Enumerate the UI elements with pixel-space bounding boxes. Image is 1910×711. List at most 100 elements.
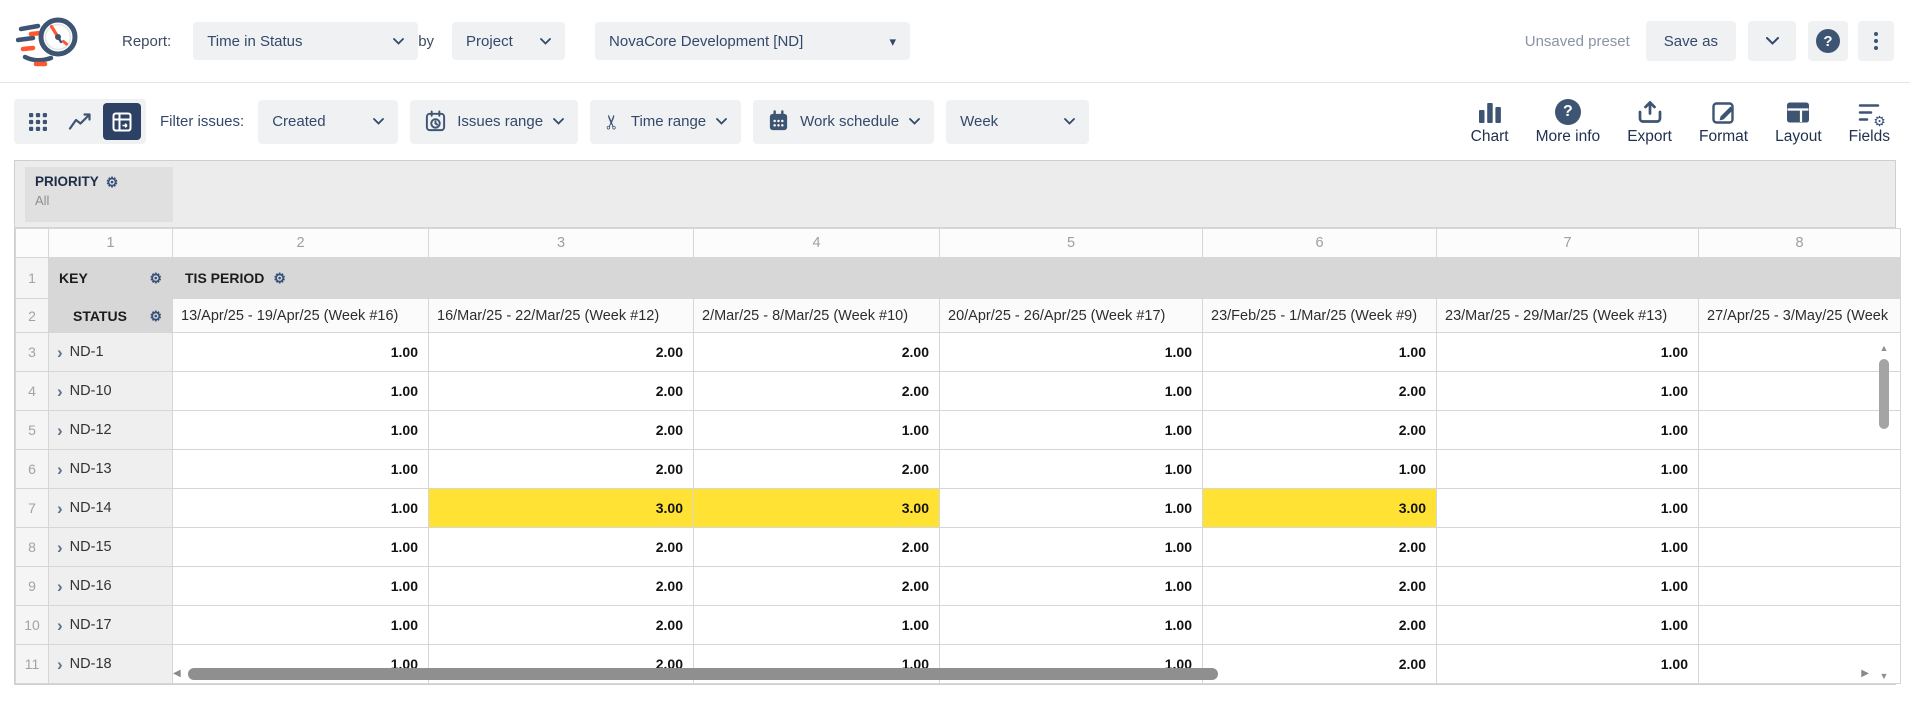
project-select[interactable]: NovaCore Development [ND] ▾ xyxy=(595,22,910,60)
chart-tool-label: Chart xyxy=(1471,128,1509,146)
issue-key-cell[interactable]: › ND-17 xyxy=(49,606,173,645)
chart-tool-button[interactable]: Chart xyxy=(1471,98,1509,146)
value-cell: 1.00 xyxy=(1437,489,1699,528)
value-cell: 2.00 xyxy=(1203,411,1437,450)
value-cell: 2.00 xyxy=(429,333,694,372)
layout-tool-button[interactable]: Layout xyxy=(1775,98,1822,146)
expand-chevron-icon[interactable]: › xyxy=(57,461,63,478)
expand-chevron-icon[interactable]: › xyxy=(57,500,63,517)
issue-key-cell[interactable]: › ND-14 xyxy=(49,489,173,528)
issue-key[interactable]: ND-18 xyxy=(70,656,112,672)
value-cell: 2.00 xyxy=(1203,567,1437,606)
filter-issues-label: Filter issues: xyxy=(160,113,244,130)
issue-key-cell[interactable]: › ND-12 xyxy=(49,411,173,450)
scroll-right-icon[interactable]: ▶ xyxy=(1861,668,1869,680)
issue-key[interactable]: ND-17 xyxy=(70,617,112,633)
issue-row: 4 ›ND-10 1.00 2.00 2.00 1.00 2.00 1.00 xyxy=(16,372,1901,411)
report-type-select[interactable]: Time in Status xyxy=(193,22,418,60)
scroll-down-icon[interactable]: ▼ xyxy=(1877,671,1891,681)
pivot-sheet: PRIORITY ⚙ All 1 2 3 4 5 6 7 8 1 KEY xyxy=(14,160,1896,685)
issue-key[interactable]: ND-16 xyxy=(70,578,112,594)
export-tool-button[interactable]: Export xyxy=(1627,98,1672,146)
status-header-label: STATUS xyxy=(73,308,127,324)
fields-tool-button[interactable]: ⚙ Fields xyxy=(1849,98,1890,146)
issue-key-cell[interactable]: › ND-18 xyxy=(49,645,173,684)
filter-field-select[interactable]: Created xyxy=(258,100,398,144)
layout-columns-icon xyxy=(1785,100,1811,125)
format-tool-button[interactable]: Format xyxy=(1699,98,1748,146)
horizontal-scrollbar-thumb[interactable] xyxy=(188,668,1218,680)
issue-key-cell[interactable]: › ND-16 xyxy=(49,567,173,606)
help-button[interactable]: ? xyxy=(1808,21,1848,61)
export-tool-label: Export xyxy=(1627,128,1672,146)
more-info-tool-button[interactable]: ? More info xyxy=(1536,98,1601,146)
time-range-button[interactable]: ✂ Time range xyxy=(590,100,741,144)
issue-key[interactable]: ND-12 xyxy=(70,422,112,438)
value-cell: 1.00 xyxy=(1437,411,1699,450)
expand-chevron-icon[interactable]: › xyxy=(57,578,63,595)
key-gear-icon[interactable]: ⚙ xyxy=(149,271,162,285)
bar-chart-icon xyxy=(1477,100,1503,125)
value-cell: 1.00 xyxy=(1437,333,1699,372)
view-pivot-button[interactable] xyxy=(103,103,141,140)
issue-key-cell[interactable]: › ND-10 xyxy=(49,372,173,411)
group-by-value: Project xyxy=(466,33,513,50)
expand-chevron-icon[interactable]: › xyxy=(57,344,63,361)
value-cell: 1.00 xyxy=(940,606,1203,645)
issue-key[interactable]: ND-15 xyxy=(70,539,112,555)
value-cell: 2.00 xyxy=(694,372,940,411)
issues-range-label: Issues range xyxy=(457,113,543,130)
column-number: 1 xyxy=(49,229,173,258)
issue-key[interactable]: ND-13 xyxy=(70,461,112,477)
issue-key[interactable]: ND-1 xyxy=(70,344,104,360)
expand-chevron-icon[interactable]: › xyxy=(57,383,63,400)
issue-key[interactable]: ND-14 xyxy=(70,500,112,516)
chevron-down-icon xyxy=(1064,118,1075,125)
scissors-icon: ✂ xyxy=(602,113,622,130)
corner-cell xyxy=(16,229,49,258)
expand-chevron-icon[interactable]: › xyxy=(57,422,63,439)
priority-filter[interactable]: PRIORITY ⚙ All xyxy=(25,167,173,222)
expand-chevron-icon[interactable]: › xyxy=(57,539,63,556)
issue-row: 6 ›ND-13 1.00 2.00 2.00 1.00 1.00 1.00 xyxy=(16,450,1901,489)
more-menu-button[interactable] xyxy=(1858,21,1894,61)
save-as-button[interactable]: Save as xyxy=(1646,21,1736,61)
filter-band: PRIORITY ⚙ All xyxy=(15,161,1895,228)
value-cell xyxy=(1699,372,1901,411)
vertical-scrollbar[interactable]: ▲ ▼ xyxy=(1877,343,1891,681)
group-by-select[interactable]: Project xyxy=(452,22,565,60)
horizontal-scrollbar[interactable]: ◀ ▶ xyxy=(173,667,1869,681)
value-cell: 1.00 xyxy=(1203,450,1437,489)
value-cell: 1.00 xyxy=(173,411,429,450)
vertical-scrollbar-thumb[interactable] xyxy=(1879,359,1889,429)
issue-key-cell[interactable]: › ND-15 xyxy=(49,528,173,567)
tis-period-header-cell: TIS PERIOD ⚙ xyxy=(173,258,1901,299)
issues-range-button[interactable]: Issues range xyxy=(410,100,578,144)
scroll-up-icon[interactable]: ▲ xyxy=(1877,343,1891,353)
priority-gear-icon[interactable]: ⚙ xyxy=(106,175,119,189)
row-number-cell: 4 xyxy=(16,372,49,411)
tis-period-gear-icon[interactable]: ⚙ xyxy=(273,271,286,285)
issue-key-cell[interactable]: › ND-13 xyxy=(49,450,173,489)
period-select[interactable]: Week xyxy=(946,100,1089,144)
value-cell: 1.00 xyxy=(1203,333,1437,372)
status-gear-icon[interactable]: ⚙ xyxy=(149,309,162,323)
expand-chevron-icon[interactable]: › xyxy=(57,617,63,634)
chevron-down-icon xyxy=(716,118,727,125)
issue-key[interactable]: ND-10 xyxy=(70,383,112,399)
scroll-left-icon[interactable]: ◀ xyxy=(173,668,181,680)
issue-row: 10 ›ND-17 1.00 2.00 1.00 1.00 2.00 1.00 xyxy=(16,606,1901,645)
issue-row: 9 ›ND-16 1.00 2.00 2.00 1.00 2.00 1.00 xyxy=(16,567,1901,606)
issue-key-cell[interactable]: › ND-1 xyxy=(49,333,173,372)
value-cell xyxy=(1699,606,1901,645)
view-chart-button[interactable] xyxy=(61,103,99,140)
export-download-icon xyxy=(1637,99,1663,125)
view-grid-button[interactable] xyxy=(19,103,57,140)
chevron-down-icon xyxy=(373,118,384,125)
work-schedule-button[interactable]: Work schedule xyxy=(753,100,934,144)
save-as-more-button[interactable] xyxy=(1748,21,1796,61)
value-cell-highlighted: 3.00 xyxy=(429,489,694,528)
expand-chevron-icon[interactable]: › xyxy=(57,656,63,673)
week-header-cell: 13/Apr/25 - 19/Apr/25 (Week #16) xyxy=(173,299,429,333)
row-number-cell: 5 xyxy=(16,411,49,450)
